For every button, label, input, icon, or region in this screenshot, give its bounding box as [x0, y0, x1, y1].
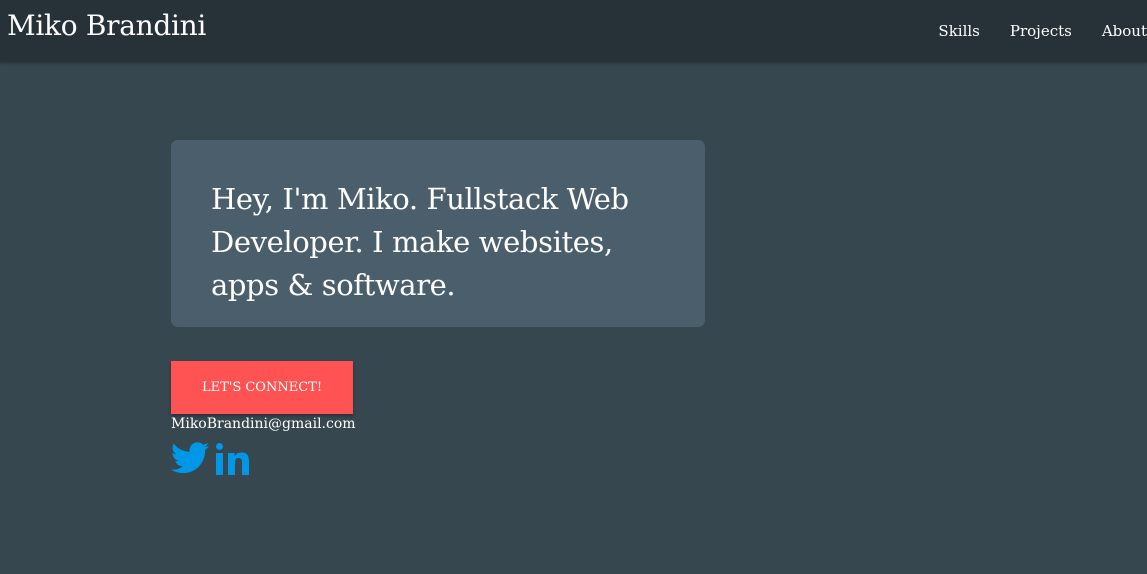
email-address: MikoBrandini@gmail.com [171, 416, 356, 432]
nav-link-projects[interactable]: Projects [1010, 22, 1072, 40]
social-links [171, 440, 253, 476]
nav-links: Skills Projects About [908, 0, 1147, 62]
navbar: Miko Brandini Skills Projects About [0, 0, 1147, 62]
twitter-icon [171, 442, 209, 474]
hero-headline: Hey, I'm Miko. Fullstack Web Developer. … [211, 182, 629, 302]
linkedin-icon [216, 443, 249, 475]
hero-card: Hey, I'm Miko. Fullstack Web Developer. … [171, 140, 705, 327]
linkedin-link[interactable] [213, 440, 253, 476]
connect-button[interactable]: LET'S CONNECT! [171, 361, 353, 414]
nav-link-skills[interactable]: Skills [938, 22, 979, 40]
twitter-link[interactable] [171, 440, 211, 476]
brand-logo[interactable]: Miko Brandini [7, 9, 206, 42]
nav-link-about[interactable]: About [1102, 22, 1147, 40]
